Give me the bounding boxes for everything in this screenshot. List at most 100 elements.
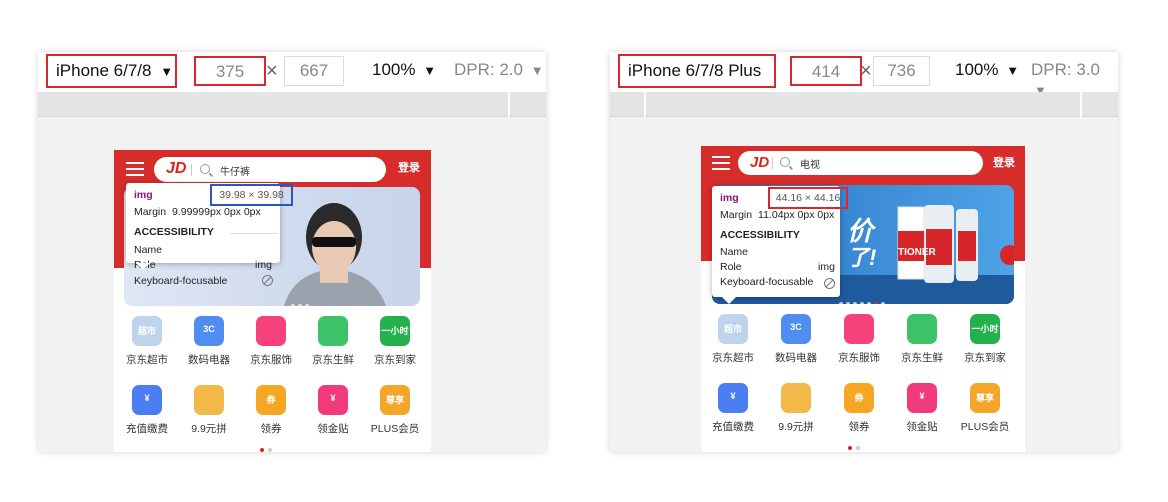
chevron-down-icon: ▼ bbox=[423, 63, 437, 78]
group-buy-icon bbox=[781, 383, 811, 413]
nav-grid-item[interactable]: 3C 数码电器 bbox=[177, 316, 241, 367]
zoom-value: 100% bbox=[372, 60, 416, 79]
nav-grid-item[interactable]: 超市 京东超市 bbox=[701, 314, 765, 365]
accessibility-heading: ACCESSIBILITY bbox=[720, 229, 800, 241]
recharge-icon: ¥ bbox=[132, 385, 162, 415]
device-select[interactable]: iPhone 6/7/8 ▼ bbox=[46, 54, 177, 88]
width-input[interactable]: 375 bbox=[194, 56, 266, 86]
height-input[interactable]: 667 bbox=[284, 56, 344, 86]
nav-grid-item[interactable]: 一小时 京东到家 bbox=[953, 314, 1017, 365]
fresh-icon bbox=[907, 314, 937, 344]
role-label: Role bbox=[720, 261, 742, 273]
chevron-down-icon: ▼ bbox=[1006, 63, 1020, 78]
accessibility-heading: ACCESSIBILITY bbox=[134, 226, 214, 238]
nav-grid-item[interactable]: 京东服饰 bbox=[827, 314, 891, 365]
nav-grid-item[interactable]: 9.9元拼 bbox=[764, 383, 828, 434]
divider bbox=[230, 233, 278, 234]
icon-badge: 3C bbox=[203, 324, 215, 334]
search-icon bbox=[780, 157, 790, 167]
nav-grid-item[interactable]: 京东服饰 bbox=[239, 316, 303, 367]
nav-grid-label: 9.9元拼 bbox=[191, 423, 227, 435]
nav-grid-item[interactable]: 券领券 bbox=[827, 383, 891, 434]
nav-grid-label: 领金贴 bbox=[317, 423, 349, 435]
dpr-select[interactable]: DPR: 2.0 ▼ bbox=[454, 60, 544, 80]
chevron-down-icon: ▼ bbox=[530, 63, 544, 78]
nav-grid-item[interactable]: 京东生鲜 bbox=[890, 314, 954, 365]
nav-grid-label: 9.9元拼 bbox=[778, 421, 814, 433]
gold-subsidy-icon: ¥ bbox=[907, 383, 937, 413]
digital-icon: 3C bbox=[781, 314, 811, 344]
nav-grid-label: 京东服饰 bbox=[838, 352, 880, 364]
zoom-select[interactable]: 100% ▼ bbox=[955, 60, 1019, 80]
nav-grid-item[interactable]: 券领券 bbox=[239, 385, 303, 436]
divider bbox=[191, 164, 192, 176]
zoom-select[interactable]: 100% ▼ bbox=[372, 60, 436, 80]
nav-grid-label: 京东到家 bbox=[374, 354, 416, 366]
search-icon bbox=[200, 164, 210, 174]
margin-value: 11.04px 0px 0px bbox=[758, 209, 835, 221]
device-viewport: JD 牛仔裤 登录 img 39.98 × 39.98 Margin 9.999… bbox=[38, 118, 546, 452]
icon-badge: 尊享 bbox=[385, 395, 404, 405]
jd-logo: JD bbox=[166, 160, 187, 177]
nav-grid-item[interactable]: ¥ 领金贴 bbox=[301, 385, 365, 436]
banner-dots bbox=[289, 295, 310, 306]
nav-grid-label: 充值缴费 bbox=[712, 421, 754, 433]
times-icon: × bbox=[266, 60, 278, 82]
margin-label: Margin bbox=[720, 209, 753, 221]
icon-badge: 一小时 bbox=[381, 326, 409, 336]
nav-grid-item[interactable]: 尊享 PLUS会员 bbox=[953, 383, 1017, 434]
nav-grid-label: 领金贴 bbox=[906, 421, 938, 433]
keyboard-focusable-label: Keyboard-focusable bbox=[134, 275, 228, 287]
banner-dots bbox=[837, 293, 886, 304]
nav-grid-item[interactable]: 京东生鲜 bbox=[301, 316, 365, 367]
chevron-down-icon: ▼ bbox=[160, 64, 174, 79]
icon-badge: ¥ bbox=[330, 393, 336, 403]
banner-headline: 价 bbox=[847, 216, 877, 246]
width-input[interactable]: 414 bbox=[790, 56, 862, 86]
nav-grid-item[interactable]: 超市 京东超市 bbox=[115, 316, 179, 367]
tooltip-tag: img bbox=[720, 192, 739, 204]
nav-grid-label: 京东服饰 bbox=[250, 354, 292, 366]
media-query-ruler bbox=[38, 92, 546, 117]
nav-grid-label: 数码电器 bbox=[188, 354, 230, 366]
search-placeholder: 牛仔裤 bbox=[220, 167, 250, 178]
menu-icon[interactable] bbox=[126, 162, 144, 176]
delivery-icon: 一小时 bbox=[380, 316, 410, 346]
jd-logo: JD bbox=[750, 154, 770, 171]
icon-badge: 券 bbox=[266, 395, 276, 405]
nav-grid-item[interactable]: 9.9元拼 bbox=[177, 385, 241, 436]
height-input[interactable]: 736 bbox=[873, 56, 930, 86]
nav-grid-label: 充值缴费 bbox=[126, 423, 168, 435]
search-placeholder: 电视 bbox=[800, 160, 820, 171]
tooltip-tag: img bbox=[134, 189, 153, 201]
nav-grid-item[interactable]: 一小时 京东到家 bbox=[363, 316, 427, 367]
nav-grid-item[interactable]: 3C 数码电器 bbox=[764, 314, 828, 365]
search-bar[interactable]: JD 电视 bbox=[738, 151, 983, 175]
nav-grid-item[interactable]: ¥ 领金贴 bbox=[890, 383, 954, 434]
nav-grid-label: 京东到家 bbox=[964, 352, 1006, 364]
tooltip-arrow bbox=[722, 297, 736, 304]
divider bbox=[772, 157, 773, 169]
nav-grid-item[interactable]: ¥ 充值缴费 bbox=[701, 383, 765, 434]
nav-grid-item[interactable]: ¥ 充值缴费 bbox=[115, 385, 179, 436]
search-bar[interactable]: JD 牛仔裤 bbox=[154, 157, 386, 182]
nav-grid-item[interactable]: 尊享 PLUS会员 bbox=[363, 385, 427, 436]
clothing-icon bbox=[844, 314, 874, 344]
device-toolbar: iPhone 6/7/8 ▼ 375 × 667 100% ▼ DPR: 2.0… bbox=[38, 52, 546, 92]
login-link[interactable]: 登录 bbox=[398, 159, 420, 175]
keyboard-focusable-label: Keyboard-focusable bbox=[720, 276, 814, 288]
icon-badge: 3C bbox=[790, 322, 802, 332]
devtools-panel-iphone-678: iPhone 6/7/8 ▼ 375 × 667 100% ▼ DPR: 2.0… bbox=[38, 52, 546, 452]
plus-member-icon: 尊享 bbox=[380, 385, 410, 415]
login-link[interactable]: 登录 bbox=[993, 154, 1015, 170]
device-name: iPhone 6/7/8 Plus bbox=[628, 61, 762, 80]
device-select[interactable]: iPhone 6/7/8 Plus ▼ bbox=[618, 54, 776, 109]
device-viewport: JD 电视 登录 价 了! TIONER img 44.16 × 44.16 M… bbox=[610, 118, 1118, 452]
nav-grid-label: 数码电器 bbox=[775, 352, 817, 364]
tooltip-size: 44.16 × 44.16 bbox=[768, 187, 848, 209]
menu-icon[interactable] bbox=[712, 156, 730, 170]
plus-member-icon: 尊享 bbox=[970, 383, 1000, 413]
icon-badge: 尊享 bbox=[975, 393, 994, 403]
gold-subsidy-icon: ¥ bbox=[318, 385, 348, 415]
ruler-tick bbox=[644, 92, 646, 117]
